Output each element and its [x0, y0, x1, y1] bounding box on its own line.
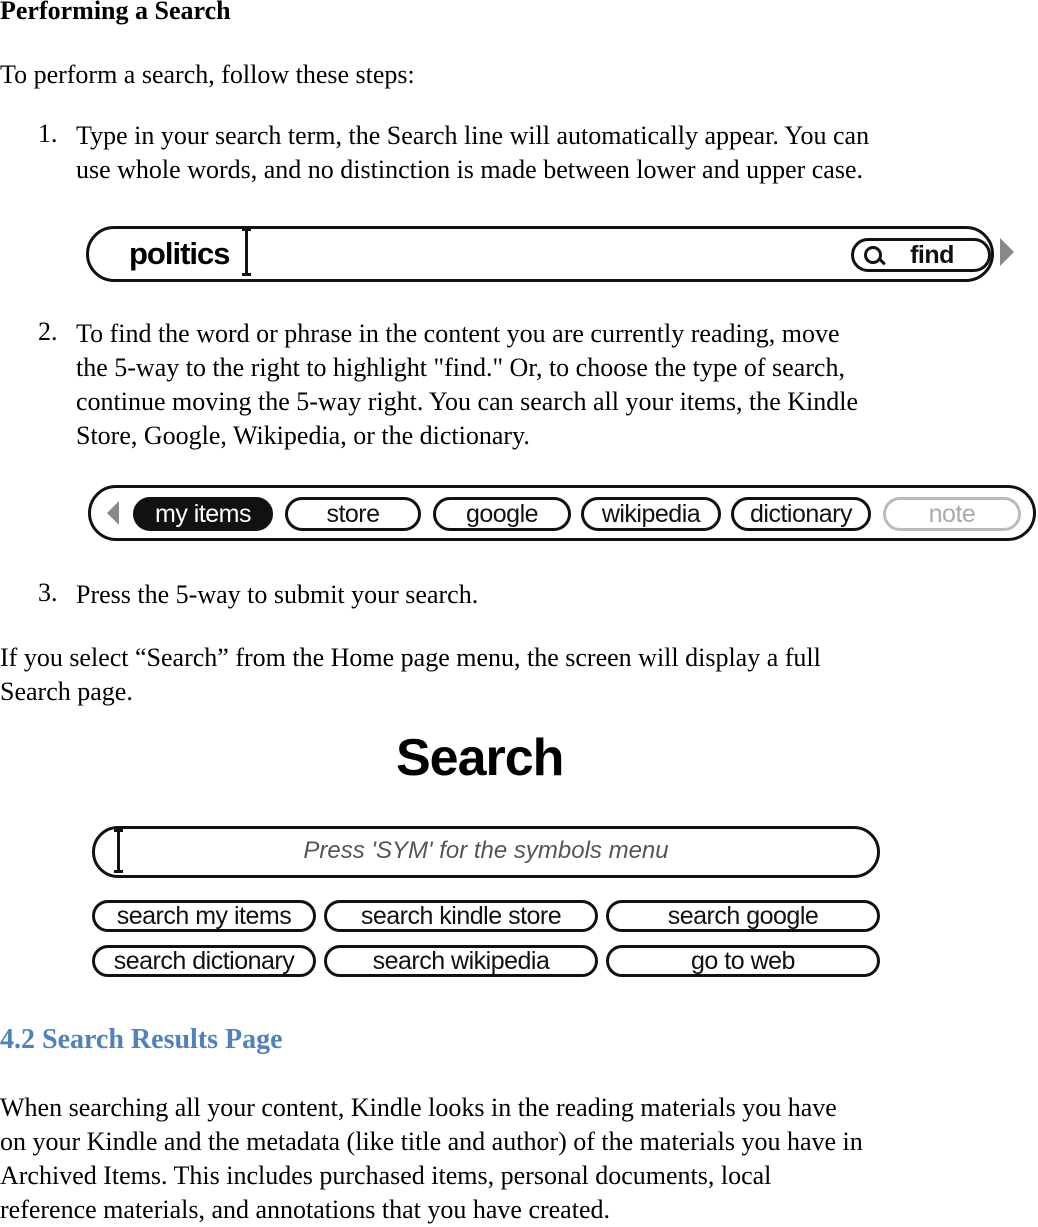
search-placeholder: Press 'SYM' for the symbols menu	[303, 837, 669, 864]
home-paragraph: If you select “Search” from the Home pag…	[0, 643, 821, 672]
results-paragraph: reference materials, and annotations tha…	[0, 1195, 610, 1224]
search-google-button[interactable]: search google	[606, 900, 880, 932]
step-text: Press the 5-way to submit your search.	[76, 580, 479, 609]
right-arrow-icon[interactable]	[1000, 238, 1014, 266]
search-my-items-button[interactable]: search my items	[92, 900, 316, 932]
magnifier-handle	[878, 257, 886, 266]
step-text: Type in your search term, the Search lin…	[76, 121, 870, 150]
search-wikipedia-button[interactable]: search wikipedia	[324, 945, 598, 977]
search-page-input[interactable]: Press 'SYM' for the symbols menu	[92, 826, 880, 878]
scope-dictionary[interactable]: dictionary	[731, 497, 871, 531]
home-paragraph: Search page.	[0, 677, 133, 706]
search-scope-bar: my items store google wikipedia dictiona…	[88, 485, 1036, 541]
left-arrow-icon[interactable]	[107, 501, 119, 525]
step-text: continue moving the 5-way right. You can…	[76, 387, 859, 416]
scope-store[interactable]: store	[285, 497, 421, 531]
search-input[interactable]: politics	[129, 236, 231, 272]
scope-wikipedia[interactable]: wikipedia	[581, 497, 721, 531]
step-text: use whole words, and no distinction is m…	[76, 155, 864, 184]
go-to-web-button[interactable]: go to web	[606, 945, 880, 977]
search-kindle-store-button[interactable]: search kindle store	[324, 900, 598, 932]
scope-my-items[interactable]: my items	[133, 497, 273, 531]
scope-note: note	[883, 497, 1021, 531]
intro-text: To perform a search, follow these steps:	[0, 60, 415, 89]
search-bar[interactable]: politics find	[86, 226, 994, 282]
section-title: Performing a Search	[0, 0, 231, 25]
text-cursor	[242, 228, 251, 276]
step-text: the 5-way to the right to highlight "fin…	[76, 353, 845, 382]
scope-google[interactable]: google	[433, 497, 571, 531]
step-number: 1.	[38, 119, 58, 148]
subsection-title: 4.2 Search Results Page	[0, 1024, 283, 1055]
results-paragraph: Archived Items. This includes purchased …	[0, 1161, 772, 1190]
step-number: 2.	[38, 317, 58, 346]
search-page-title: Search	[396, 729, 564, 787]
results-paragraph: on your Kindle and the metadata (like ti…	[0, 1127, 863, 1156]
step-text: Store, Google, Wikipedia, or the diction…	[76, 421, 530, 450]
step-text: To find the word or phrase in the conten…	[76, 319, 840, 348]
search-dictionary-button[interactable]: search dictionary	[92, 945, 316, 977]
results-paragraph: When searching all your content, Kindle …	[0, 1093, 837, 1122]
find-button[interactable]: find	[851, 238, 991, 272]
step-number: 3.	[38, 578, 58, 607]
